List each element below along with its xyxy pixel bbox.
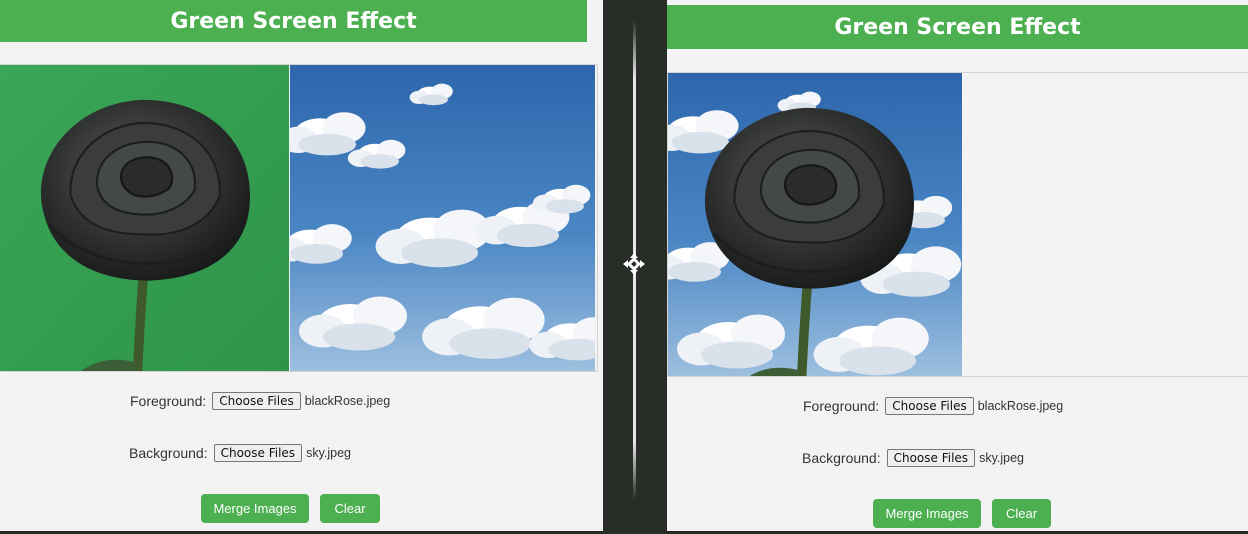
background-image-preview: [290, 65, 595, 371]
page-title: Green Screen Effect: [667, 5, 1248, 49]
compare-divider[interactable]: [603, 0, 667, 534]
foreground-file-name: blackRose.jpeg: [977, 399, 1064, 413]
image-preview-area: [0, 64, 598, 372]
background-input-row: Background: Choose Files sky.jpeg: [802, 449, 1024, 467]
background-file-button[interactable]: Choose Files: [886, 449, 976, 467]
foreground-label: Foreground:: [803, 398, 880, 414]
foreground-image-preview: [0, 65, 289, 371]
right-app-panel: Green Screen Effect Foreground: Choose F…: [667, 0, 1248, 531]
foreground-file-button[interactable]: Choose Files: [212, 392, 301, 410]
merged-image-preview: [668, 73, 962, 376]
background-file-name: sky.jpeg: [979, 451, 1024, 465]
background-label: Background:: [802, 450, 881, 466]
foreground-file-name: blackRose.jpeg: [304, 394, 391, 408]
background-input-row: Background: Choose Files sky.jpeg: [129, 444, 351, 462]
foreground-label: Foreground:: [130, 393, 207, 409]
background-file-button[interactable]: Choose Files: [213, 444, 303, 462]
left-app-panel: Green Screen Effect Foreground: Choose F…: [0, 0, 603, 531]
merge-images-button[interactable]: Merge Images: [201, 494, 309, 523]
background-label: Background:: [129, 445, 208, 461]
foreground-file-button[interactable]: Choose Files: [885, 397, 974, 415]
clear-button[interactable]: Clear: [320, 494, 380, 523]
page-title: Green Screen Effect: [0, 0, 587, 42]
foreground-input-row: Foreground: Choose Files blackRose.jpeg: [130, 392, 390, 410]
merge-images-button[interactable]: Merge Images: [873, 499, 981, 528]
move-arrows-icon[interactable]: [622, 252, 646, 276]
clear-button[interactable]: Clear: [992, 499, 1051, 528]
background-file-name: sky.jpeg: [306, 446, 351, 460]
foreground-input-row: Foreground: Choose Files blackRose.jpeg: [803, 397, 1063, 415]
merged-preview-area: [667, 72, 1248, 377]
